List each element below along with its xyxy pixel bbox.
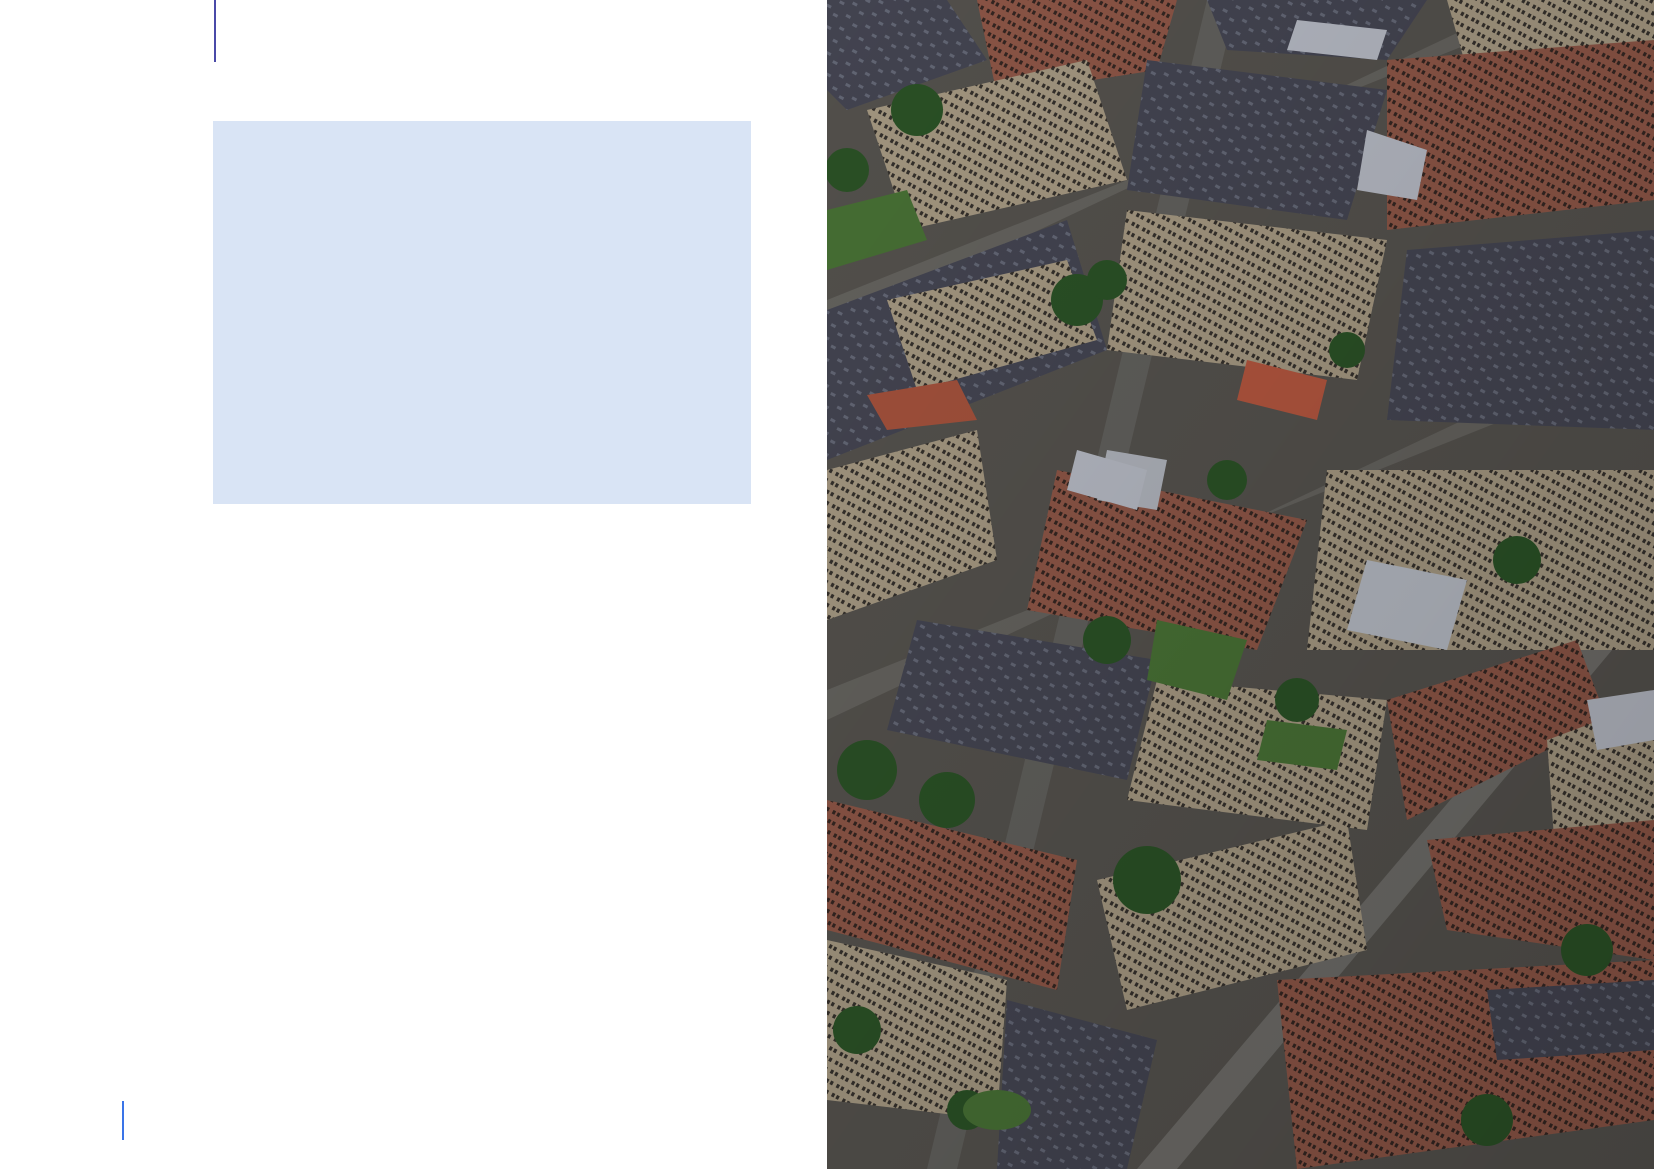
bottom-vertical-rule — [122, 1101, 124, 1140]
top-vertical-rule — [214, 0, 216, 62]
aerial-city-photo — [827, 0, 1654, 1169]
left-page — [0, 0, 826, 1169]
aerial-photo-illustration — [827, 0, 1654, 1169]
blue-text-box — [213, 121, 751, 504]
